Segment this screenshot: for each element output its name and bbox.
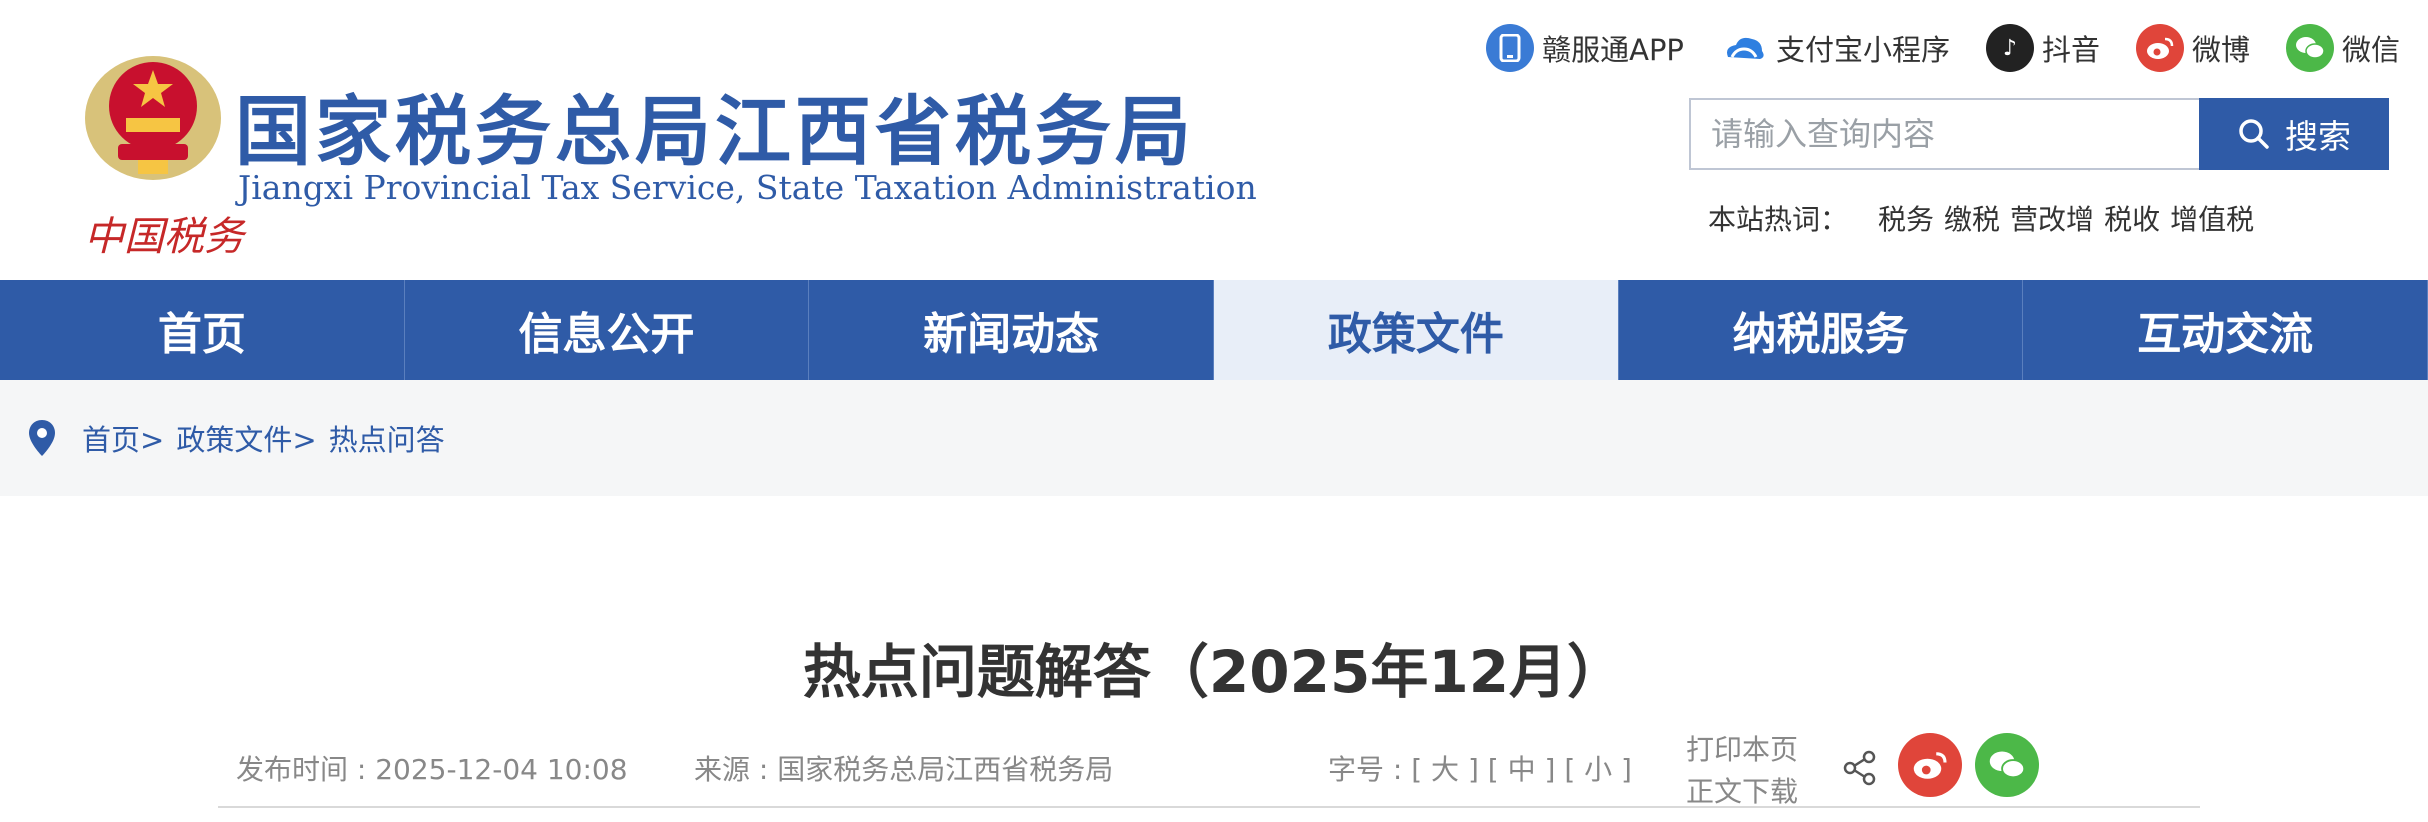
search-input[interactable] (1689, 98, 2199, 170)
nav-item-home[interactable]: 首页 (0, 280, 405, 380)
nav-item-tax-service[interactable]: 纳税服务 (1619, 280, 2024, 380)
china-tax-slogan: 中国税务 (84, 214, 244, 260)
breadcrumb-home[interactable]: 首页> (82, 417, 164, 459)
article-title: 热点问题解答（2025年12月） (802, 638, 1626, 706)
nav-item-policy[interactable]: 政策文件 (1214, 280, 1619, 380)
site-title-en[interactable]: Jiangxi Provincial Tax Service, State Ta… (238, 168, 1257, 207)
douyin-link[interactable]: ♪ 抖音 (1985, 24, 2100, 72)
weibo-icon (2135, 24, 2184, 72)
gftong-app-link[interactable]: 赣服通APP (1486, 24, 1684, 72)
social-links: 赣服通APP 支付宝小程序 ♪ 抖音 微博 微信 (1486, 24, 2400, 72)
alipay-miniprogram-link[interactable]: 支付宝小程序 (1720, 24, 1950, 72)
breadcrumb-policy[interactable]: 政策文件> (176, 417, 316, 459)
nav-item-info-disclosure[interactable]: 信息公开 (405, 280, 810, 380)
breadcrumb: 首页> 政策文件> 热点问答 (26, 417, 445, 459)
social-label: 微信 (2341, 33, 2400, 67)
hot-keyword[interactable]: 缴税 (1944, 198, 2000, 238)
share-icon[interactable] (1840, 748, 1880, 788)
share-weibo-button[interactable] (1898, 733, 1962, 797)
national-emblem-logo (85, 56, 221, 180)
breadcrumb-current[interactable]: 热点问答 (329, 417, 445, 459)
hot-keyword[interactable]: 税务 (1878, 198, 1934, 238)
search-button[interactable]: 搜索 (2199, 98, 2389, 170)
font-size-switch[interactable]: 字号 : [ 大 ] [ 中 ] [ 小 ] (1328, 748, 1632, 788)
search-bar: 搜索 (1689, 98, 2389, 170)
site-title-cn[interactable]: 国家税务总局江西省税务局 (235, 70, 1195, 180)
download-text-link[interactable]: 正文下载 (1686, 770, 1798, 810)
phone-app-icon (1486, 24, 1535, 72)
search-button-label: 搜索 (2285, 117, 2351, 156)
social-label: 抖音 (2041, 33, 2100, 67)
breadcrumb-bar: 首页> 政策文件> 热点问答 (0, 380, 2428, 496)
social-label: 赣服通APP (1542, 33, 1684, 67)
weibo-icon (1913, 752, 1947, 779)
site-header: 国家税务总局江西省税务局 Jiangxi Provincial Tax Serv… (0, 0, 2428, 280)
article-source: 来源 : 国家税务总局江西省税务局 (694, 753, 1114, 786)
nav-item-interaction[interactable]: 互动交流 (2023, 280, 2428, 380)
hot-keyword[interactable]: 营改增 (2010, 198, 2094, 238)
weibo-link[interactable]: 微博 (2135, 24, 2250, 72)
meta-divider (218, 806, 2200, 808)
hot-keywords-label: 本站热词： (1708, 203, 1849, 236)
hot-keyword[interactable]: 增值税 (2170, 198, 2254, 238)
share-wechat-button[interactable] (1975, 733, 2039, 797)
publish-time: 发布时间 : 2025-12-04 10:08 (236, 753, 628, 786)
search-icon (2239, 119, 2269, 149)
alipay-cloud-icon (1720, 24, 1768, 72)
wechat-link[interactable]: 微信 (2285, 24, 2400, 72)
nav-item-news[interactable]: 新闻动态 (809, 280, 1215, 380)
hot-keywords: 本站热词： 税务 缴税 营改增 税收 增值税 (1708, 198, 2254, 238)
wechat-icon (2285, 24, 2334, 72)
social-label: 支付宝小程序 (1775, 33, 1950, 67)
main-nav: 首页 信息公开 新闻动态 政策文件 纳税服务 互动交流 (0, 280, 2428, 380)
print-page-link[interactable]: 打印本页 (1686, 728, 1798, 768)
tiktok-icon: ♪ (1985, 24, 2034, 72)
wechat-icon (1989, 751, 2026, 779)
hot-keyword[interactable]: 税收 (2104, 198, 2160, 238)
social-label: 微博 (2191, 33, 2250, 67)
location-pin-icon (29, 420, 55, 456)
